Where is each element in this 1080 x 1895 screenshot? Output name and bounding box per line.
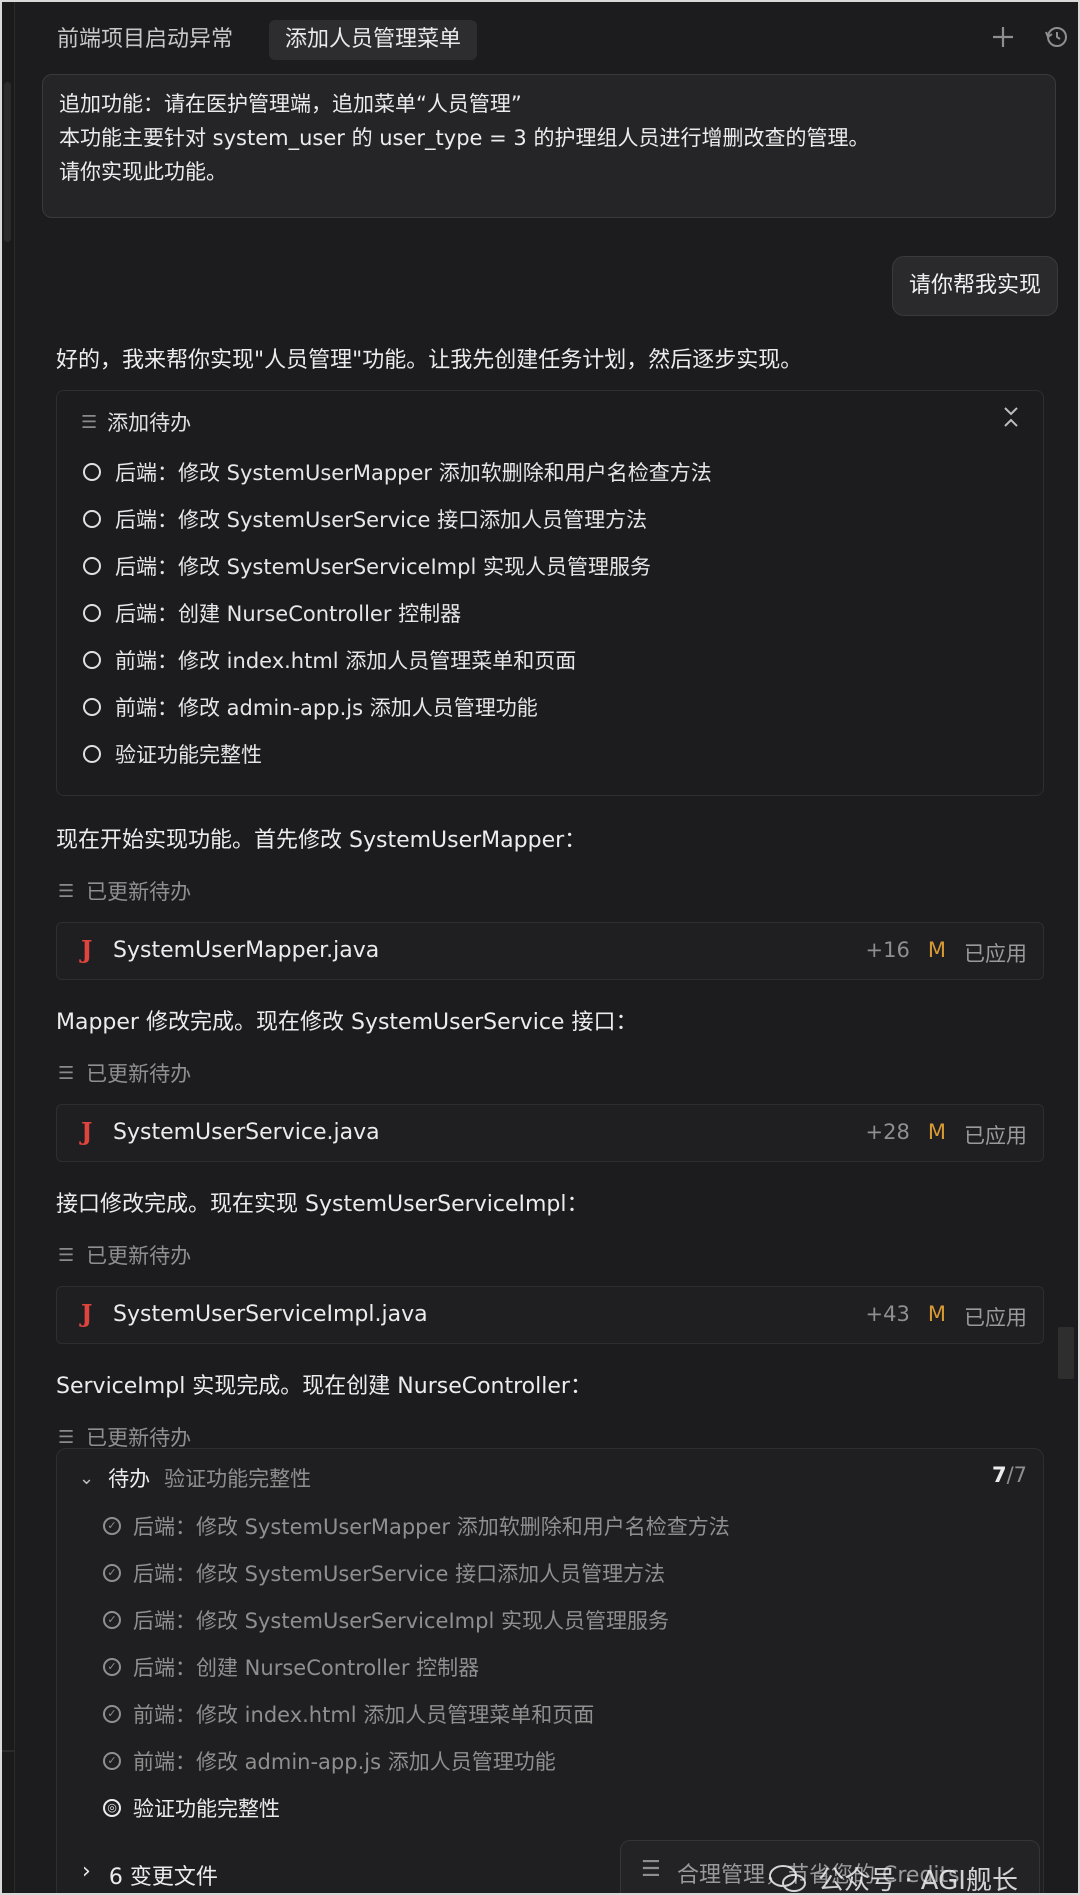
file-name: SystemUserMapper.java (113, 938, 380, 963)
check-circle-icon: ✓ (103, 1611, 121, 1629)
todo-item: 后端：修改 SystemUserServiceImpl 实现人员管理服务 (83, 551, 651, 581)
todo-panel-label: 待办 (108, 1467, 151, 1491)
file-change-card[interactable]: J SystemUserServiceImpl.java +43 M 已应用 (56, 1286, 1044, 1344)
lines-added: +43 (865, 1302, 910, 1326)
changed-files-count: 6 (108, 1865, 123, 1890)
todo-item: 前端：修改 index.html 添加人员管理菜单和页面 (83, 645, 576, 675)
left-scroll-thumb[interactable] (4, 82, 11, 242)
lines-added: +16 (865, 938, 910, 962)
check-circle-icon: ✓ (103, 1517, 121, 1535)
list-icon: ☰ (81, 411, 98, 433)
modified-badge: M (927, 938, 946, 962)
todo-card-title: 添加待办 (107, 411, 192, 435)
in-progress-circle-icon: ◎ (103, 1799, 121, 1817)
check-circle-icon: ✓ (103, 1564, 121, 1582)
todo-item: 前端：修改 admin-app.js 添加人员管理功能 (83, 692, 538, 722)
file-name: SystemUserServiceImpl.java (113, 1302, 428, 1327)
lines-added: +28 (865, 1120, 910, 1144)
todo-done-item: ✓ 后端：修改 SystemUserMapper 添加软删除和用户名检查方法 (103, 1511, 730, 1541)
todo-item: 后端：修改 SystemUserMapper 添加软删除和用户名检查方法 (83, 457, 712, 487)
file-name: SystemUserService.java (113, 1120, 380, 1145)
applied-status: 已应用 (964, 1306, 1027, 1330)
assistant-step-text: Mapper 修改完成。现在修改 SystemUserService 接口： (56, 1010, 638, 1035)
pending-circle-icon (83, 745, 101, 763)
changed-files-label: 变更文件 (129, 1865, 218, 1890)
request-line: 追加功能：请在医护管理端，追加菜单“人员管理” (59, 92, 522, 116)
todo-item: 验证功能完整性 (83, 739, 262, 769)
pending-circle-icon (83, 651, 101, 669)
chevron-right-icon: › (82, 1859, 91, 1884)
assistant-intro-text: 好的，我来帮你实现"人员管理"功能。让我先创建任务计划，然后逐步实现。 (56, 348, 803, 373)
todo-card: ☰ 添加待办 后端：修改 SystemUserMapper 添加软删除和用户名检… (56, 390, 1044, 796)
todo-active-item: ◎ 验证功能完整性 (103, 1793, 280, 1823)
todo-card-header: ☰ 添加待办 (81, 407, 191, 437)
todo-updated-note: ☰ 已更新待办 (58, 880, 192, 904)
todo-done-item: ✓ 后端：创建 NurseController 控制器 (103, 1652, 479, 1682)
list-icon: ☰ (58, 1426, 75, 1448)
list-icon: ☰ (58, 1244, 75, 1266)
assistant-step-text: 接口修改完成。现在实现 SystemUserServiceImpl： (56, 1192, 589, 1217)
java-file-icon: J (81, 935, 93, 964)
chevron-down-icon: ⌄ (79, 1467, 95, 1489)
user-message-bubble: 请你帮我实现 (891, 256, 1058, 316)
collapse-icon[interactable] (1001, 405, 1021, 435)
file-meta: +43 M 已应用 (866, 1302, 1027, 1332)
todo-done-item: ✓ 前端：修改 admin-app.js 添加人员管理功能 (103, 1746, 556, 1776)
tab-frontend-startup-error[interactable]: 前端项目启动异常 (41, 20, 249, 60)
tab-bar: 前端项目启动异常 添加人员管理菜单 (14, 2, 1078, 78)
todo-done-count: 7 (991, 1463, 1007, 1487)
assistant-step-text: 现在开始实现功能。首先修改 SystemUserMapper： (56, 828, 587, 853)
pending-circle-icon (83, 604, 101, 622)
applied-status: 已应用 (964, 942, 1027, 966)
watermark-text: 公众号 · AGI舰长 (818, 1866, 1018, 1895)
file-change-card[interactable]: J SystemUserMapper.java +16 M 已应用 (56, 922, 1044, 980)
file-meta: +16 M 已应用 (866, 938, 1027, 968)
assistant-step-text: ServiceImpl 实现完成。现在创建 NurseController： (56, 1374, 592, 1399)
todo-panel-header[interactable]: ⌄ 待办 验证功能完整性 (79, 1463, 311, 1493)
tab-actions (988, 24, 1072, 54)
app-window: 前端项目启动异常 添加人员管理菜单 追加功能：请在医护管理端，追加菜单“人员管理… (0, 0, 1080, 1895)
request-line: 请你实现此功能。 (59, 160, 227, 184)
tab-add-staff-menu[interactable]: 添加人员管理菜单 (269, 20, 478, 60)
left-rail-divider (2, 1750, 14, 1752)
todo-total-count: /7 (1006, 1463, 1027, 1487)
chat-scrollbar-thumb[interactable] (1058, 1327, 1074, 1379)
wechat-icon (769, 1864, 806, 1892)
pending-circle-icon (83, 698, 101, 716)
modified-badge: M (927, 1120, 946, 1144)
file-meta: +28 M 已应用 (866, 1120, 1027, 1150)
todo-done-item: ✓ 后端：修改 SystemUserService 接口添加人员管理方法 (103, 1558, 665, 1588)
left-rail (2, 2, 15, 1893)
todo-item: 后端：修改 SystemUserService 接口添加人员管理方法 (83, 504, 647, 534)
check-circle-icon: ✓ (103, 1658, 121, 1676)
modified-badge: M (927, 1302, 946, 1326)
new-chat-plus-icon[interactable] (988, 24, 1018, 54)
check-circle-icon: ✓ (103, 1705, 121, 1723)
pending-circle-icon (83, 463, 101, 481)
todo-done-item: ✓ 前端：修改 index.html 添加人员管理菜单和页面 (103, 1699, 594, 1729)
todo-updated-note: ☰ 已更新待办 (58, 1244, 192, 1268)
todo-updated-note: ☰ 已更新待办 (58, 1062, 192, 1086)
request-message: 追加功能：请在医护管理端，追加菜单“人员管理” 本功能主要针对 system_u… (42, 74, 1056, 218)
applied-status: 已应用 (964, 1124, 1027, 1148)
pending-circle-icon (83, 510, 101, 528)
list-icon: ☰ (58, 880, 75, 902)
todo-done-item: ✓ 后端：修改 SystemUserServiceImpl 实现人员管理服务 (103, 1605, 669, 1635)
history-icon[interactable] (1042, 24, 1072, 54)
todo-panel-current: 验证功能完整性 (164, 1467, 312, 1491)
check-circle-icon: ✓ (103, 1752, 121, 1770)
list-icon: ☰ (58, 1062, 75, 1084)
request-line: 本功能主要针对 system_user 的 user_type = 3 的护理组… (59, 126, 870, 150)
todo-progress-count: 7/7 (992, 1463, 1027, 1487)
file-change-card[interactable]: J SystemUserService.java +28 M 已应用 (56, 1104, 1044, 1162)
java-file-icon: J (81, 1117, 93, 1146)
pending-circle-icon (83, 557, 101, 575)
changed-files-toggle[interactable]: › 6 变更文件 (82, 1859, 218, 1891)
todo-panel: ⌄ 待办 验证功能完整性 7/7 ✓ 后端：修改 SystemUserMapper… (56, 1448, 1044, 1893)
todo-item: 后端：创建 NurseController 控制器 (83, 598, 461, 628)
java-file-icon: J (81, 1299, 93, 1328)
watermark: 公众号 · AGI舰长 (768, 1860, 1018, 1895)
list-icon: ☰ (641, 1857, 661, 1882)
